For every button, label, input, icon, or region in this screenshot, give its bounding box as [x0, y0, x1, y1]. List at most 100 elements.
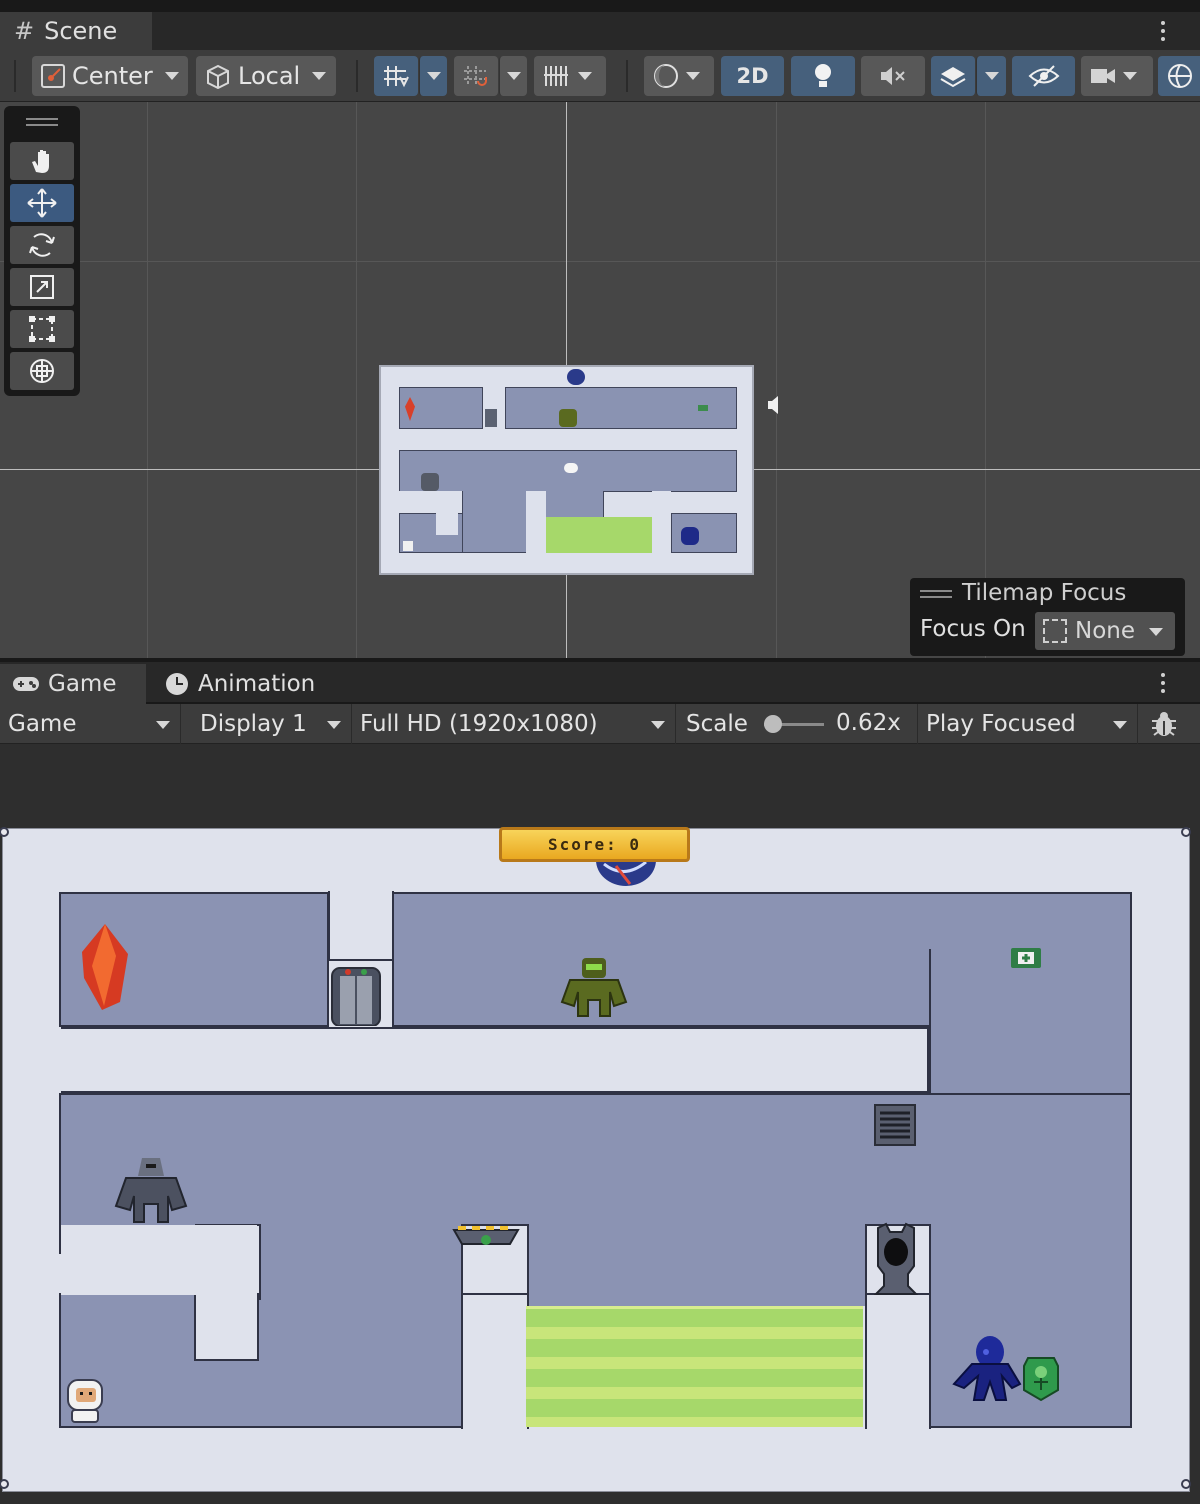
hand-icon	[32, 150, 49, 173]
bolt-decoration	[0, 827, 9, 837]
rect-tool-button[interactable]	[10, 310, 74, 348]
increment-snap-toggle[interactable]	[454, 56, 498, 96]
green-mech-enemy-sprite	[560, 958, 628, 1017]
chevron-down-icon	[578, 72, 592, 80]
rotate-tool-button[interactable]	[10, 226, 74, 264]
move-tool-button[interactable]	[10, 184, 74, 222]
level-wall	[194, 1295, 259, 1361]
planet-sprite	[596, 860, 656, 886]
chevron-down-icon	[1123, 72, 1137, 80]
bolt-decoration	[1181, 827, 1191, 837]
chevron-down-icon	[156, 721, 170, 729]
display-label: Display 1	[200, 711, 307, 737]
scene-level-preview[interactable]	[379, 365, 754, 575]
camera-settings-dropdown[interactable]	[1081, 56, 1153, 96]
blue-octopus-enemy-sprite	[952, 1336, 1022, 1401]
tilemap-focus-overlay: Tilemap Focus Focus On None	[910, 578, 1185, 656]
tab-scene[interactable]: # Scene	[0, 12, 152, 50]
scene-tab-bar	[0, 12, 1200, 50]
blue-octopus-enemy-sprite	[681, 527, 699, 545]
level-wall	[436, 513, 458, 535]
level-room	[59, 1293, 463, 1428]
tab-scene-label: Scene	[44, 17, 118, 45]
chevron-down-icon	[327, 721, 341, 729]
drag-handle-icon[interactable]	[26, 118, 58, 120]
game-view-dropdown[interactable]: Game	[0, 704, 181, 744]
astronaut-player-sprite	[403, 541, 413, 551]
level-room	[527, 1224, 867, 1306]
hand-tool-button[interactable]	[10, 142, 74, 180]
pivot-mode-dropdown[interactable]: Center	[32, 56, 188, 96]
acid-pool	[546, 517, 652, 553]
health-pack-sprite	[698, 405, 708, 411]
scale-value: 0.62x	[836, 710, 901, 736]
grid-snap-dropdown[interactable]	[419, 56, 447, 96]
camera-icon	[1091, 69, 1115, 83]
audio-toggle[interactable]	[861, 56, 925, 96]
tilemap-focus-title: Tilemap Focus	[962, 580, 1127, 606]
level-room	[929, 949, 1132, 1109]
grid-snap-toggle[interactable]	[374, 56, 418, 96]
chevron-down-icon	[1113, 721, 1127, 729]
debug-bug-button[interactable]	[1146, 706, 1182, 742]
2d-mode-label: 2D	[736, 64, 769, 88]
drag-handle-icon[interactable]	[920, 596, 952, 598]
level-wall	[865, 1293, 931, 1429]
camera-gizmo-icon	[564, 463, 578, 473]
chevron-down-icon	[312, 72, 327, 80]
pivot-center-icon	[41, 64, 65, 88]
energy-shield-sprite	[1023, 1357, 1059, 1402]
scale-tool-button[interactable]	[10, 268, 74, 306]
toolbar-separator	[14, 60, 16, 92]
scene-visibility-toggle[interactable]	[1012, 56, 1075, 96]
grid-line	[356, 102, 357, 658]
acid-pool	[526, 1306, 863, 1427]
focus-on-label: Focus On	[920, 616, 1026, 642]
transform-tool-button[interactable]	[10, 352, 74, 390]
grid-visibility-dropdown[interactable]	[534, 56, 606, 96]
chevron-down-icon	[426, 72, 441, 80]
grid-line	[985, 102, 986, 658]
toolbar-separator	[356, 60, 358, 92]
grid-snap-icon	[384, 66, 409, 88]
toolbar-separator	[626, 60, 628, 92]
scale-slider-thumb[interactable]	[764, 715, 782, 733]
chevron-down-icon	[651, 721, 665, 729]
tab-game[interactable]: Game	[0, 664, 146, 704]
level-room	[59, 1093, 1132, 1226]
tab-game-label: Game	[48, 671, 117, 697]
resolution-label: Full HD (1920x1080)	[360, 711, 598, 737]
bolt-decoration	[0, 1479, 9, 1489]
scene-more-options-icon[interactable]	[1153, 16, 1173, 46]
drag-handle-icon[interactable]	[920, 590, 952, 592]
effects-dropdown[interactable]	[976, 56, 1006, 96]
resolution-dropdown[interactable]: Full HD (1920x1080)	[352, 704, 676, 744]
green-mech-enemy-sprite	[559, 409, 577, 427]
focus-on-dropdown[interactable]: None	[1035, 612, 1175, 650]
drag-handle-icon[interactable]	[26, 124, 58, 126]
gizmos-toggle[interactable]	[1158, 56, 1200, 96]
gizmo-globe-icon	[1168, 64, 1192, 88]
game-more-options-icon[interactable]	[1153, 668, 1173, 698]
transform-all-icon	[30, 359, 54, 383]
bolt-decoration	[1181, 1479, 1191, 1489]
bug-icon	[1152, 712, 1176, 736]
lighting-toggle[interactable]	[791, 56, 855, 96]
increment-snap-icon	[464, 66, 487, 86]
play-mode-dropdown[interactable]: Play Focused	[918, 704, 1138, 744]
red-crystal-sprite	[82, 924, 128, 1010]
level-wall	[526, 491, 546, 553]
draw-mode-dropdown[interactable]	[644, 56, 714, 96]
level-wall	[61, 1225, 257, 1295]
astronaut-player-sprite	[67, 1379, 103, 1423]
pivot-space-label: Local	[238, 62, 301, 90]
lightbulb-icon	[815, 64, 831, 87]
2d-mode-toggle[interactable]: 2D	[721, 56, 784, 96]
display-dropdown[interactable]: Display 1	[192, 704, 352, 744]
increment-snap-dropdown[interactable]	[499, 56, 527, 96]
tab-animation-label: Animation	[198, 671, 316, 697]
effects-toggle[interactable]	[931, 56, 975, 96]
tab-animation[interactable]: Animation	[150, 664, 340, 704]
pivot-space-dropdown[interactable]: Local	[196, 56, 336, 96]
health-pack-sprite	[1011, 948, 1041, 968]
